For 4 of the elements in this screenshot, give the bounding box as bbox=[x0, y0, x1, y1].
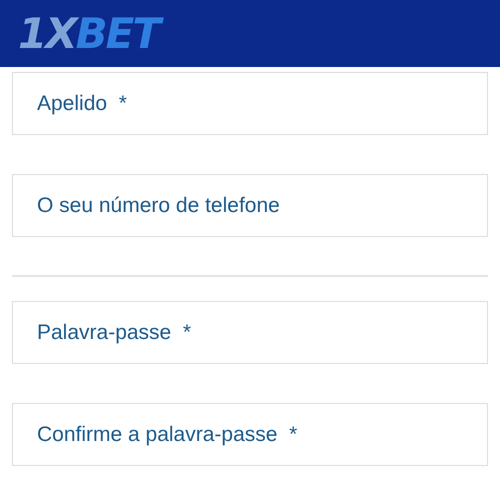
input-field[interactable]: Apelido * bbox=[12, 72, 488, 135]
input-field[interactable]: Palavra-passe * bbox=[12, 301, 488, 364]
input-field[interactable]: Confirme a palavra-passe * bbox=[12, 403, 488, 466]
input-field[interactable]: O seu número de telefone bbox=[12, 174, 488, 237]
